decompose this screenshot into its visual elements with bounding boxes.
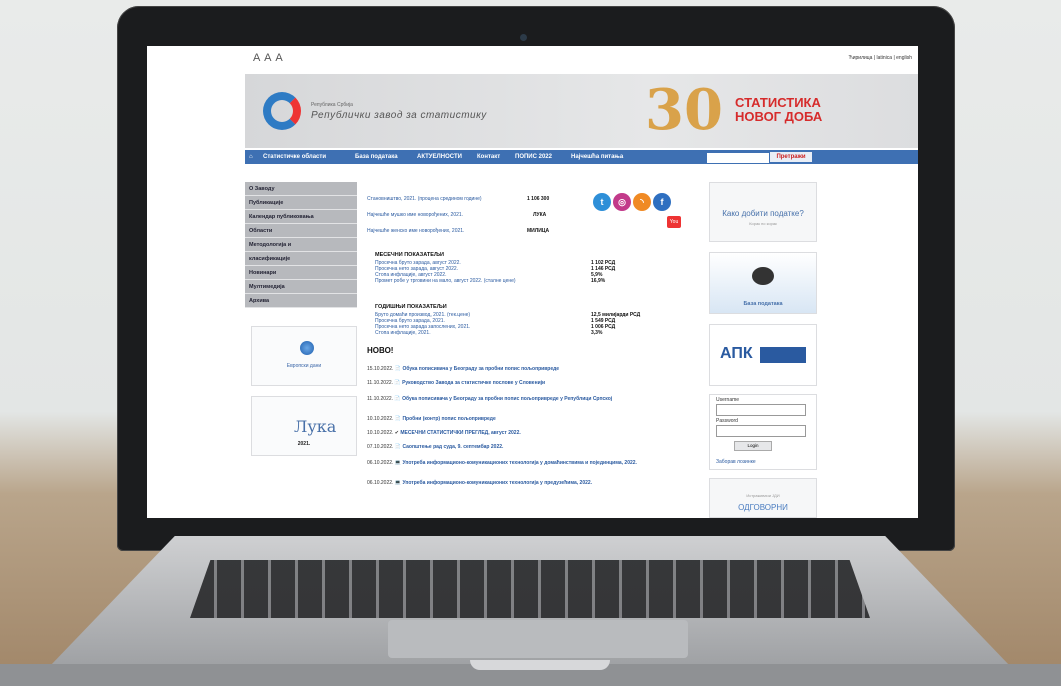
nav-item-census[interactable]: ПОПИС 2022: [515, 154, 552, 160]
database-card[interactable]: База података: [709, 252, 817, 314]
laptop-notch: [470, 660, 610, 670]
top-bar: A A A Ћирилица | latinica | english: [245, 52, 918, 70]
password-label: Password: [716, 418, 738, 424]
username-label: Username: [716, 397, 740, 403]
news-item[interactable]: 07.10.2022. 📄 Саопштење рад суда, 9. сеп…: [367, 444, 503, 450]
social-icons: t ◎ ◝ f: [593, 192, 673, 211]
how-to-get-data-card[interactable]: Како добити податке? Корак по корак: [709, 182, 817, 242]
database-label: База података: [743, 301, 783, 307]
password-field[interactable]: [716, 425, 806, 437]
left-menu-item[interactable]: Мултимедија: [245, 280, 357, 294]
responsible-title: ОДГОВОРНИ: [738, 503, 788, 512]
laptop-screen: A A A Ћирилица | latinica | english Репу…: [147, 46, 918, 518]
language-switcher[interactable]: Ћирилица | latinica | english: [848, 55, 912, 61]
left-menu-item[interactable]: Методологија и: [245, 238, 357, 252]
news-item[interactable]: 10.10.2022. ✔ МЕСЕЧНИ СТАТИСТИЧКИ ПРЕГЛЕ…: [367, 430, 521, 436]
left-menu-item[interactable]: Публикације: [245, 196, 357, 210]
rzs-logo-icon[interactable]: [263, 92, 301, 130]
forgot-password-link[interactable]: Заборав лозинке: [716, 459, 756, 465]
indicator-row[interactable]: Стопа инфлације, 2021. 3,3%: [375, 330, 602, 336]
left-menu-item[interactable]: Архива: [245, 294, 357, 308]
indicator-row[interactable]: Промет робе у трговини на мало, август 2…: [375, 278, 605, 284]
left-menu-item[interactable]: Области: [245, 224, 357, 238]
youtube-icon[interactable]: You Tube: [667, 216, 681, 237]
how-to-get-data-title: Како добити податке?: [722, 209, 804, 218]
news-item[interactable]: 06.10.2022. 💻 Употреба информационо-кому…: [367, 460, 637, 466]
slogan-line-1: СТАТИСТИКА: [735, 95, 821, 110]
left-menu-item[interactable]: класификације: [245, 252, 357, 266]
luka-logo: Лука: [294, 417, 337, 436]
login-box: Username Password Login Заборав лозинке: [709, 394, 817, 470]
anniversary-30-logo: 30: [645, 77, 723, 143]
slogan-line-2: НОВОГ ДОБА: [735, 109, 823, 124]
european-days-card[interactable]: Европски дани: [251, 326, 357, 386]
monthly-indicators-title: МЕСЕЧНИ ПОКАЗАТЕЉИ: [375, 252, 444, 258]
hard-drive-icon: [752, 267, 774, 285]
font-size-controls[interactable]: A A A: [253, 52, 284, 64]
rss-icon[interactable]: ◝: [633, 193, 651, 211]
news-item[interactable]: 11.10.2022. 📄 Руководство Завода за стат…: [367, 380, 545, 386]
nav-item-faq[interactable]: Најчешћа питања: [571, 154, 623, 160]
news-title: НОВО!: [367, 346, 394, 355]
login-button[interactable]: Login: [734, 441, 772, 451]
nav-item-database[interactable]: База података: [355, 154, 398, 160]
nav-item-contact[interactable]: Контакт: [477, 154, 500, 160]
search-button[interactable]: Претражи: [770, 152, 812, 162]
search-input[interactable]: [707, 153, 769, 163]
left-menu-item[interactable]: Новинари: [245, 266, 357, 280]
webcam: [520, 34, 527, 41]
left-menu-item[interactable]: О Заводу: [245, 182, 357, 196]
headline-row[interactable]: Становништво, 2021. (процена средином го…: [367, 196, 549, 202]
apk-logo: АПК: [720, 345, 753, 362]
trackpad: [388, 620, 688, 658]
nav-item-news[interactable]: АКТУЕЛНОСТИ: [417, 154, 462, 160]
org-name: Републички завод за статистику: [311, 110, 487, 121]
headline-row[interactable]: Најчешће женско име новорођених, 2021. МИ…: [367, 228, 549, 234]
home-icon[interactable]: ⌂: [249, 154, 253, 160]
news-item[interactable]: 15.10.2022. 📄 Обука пописивача у Београд…: [367, 366, 559, 372]
news-item[interactable]: 10.10.2022. 📄 Пробни (контр) попис пољоп…: [367, 416, 496, 422]
news-item[interactable]: 11.10.2022. 📄 Обука пописивача у Београд…: [367, 396, 612, 402]
responsible-card[interactable]: Истраживачи ЈДИ ОДГОВОРНИ: [709, 478, 817, 518]
annual-indicators-title: ГОДИШЊИ ПОКАЗАТЕЉИ: [375, 304, 447, 310]
username-field[interactable]: [716, 404, 806, 416]
luka-card[interactable]: Лука 2021.: [251, 396, 357, 456]
instagram-icon[interactable]: ◎: [613, 193, 631, 211]
twitter-icon[interactable]: t: [593, 193, 611, 211]
european-days-label: Европски дани: [286, 363, 322, 369]
left-menu: О Заводу Публикације Календар публиковањ…: [245, 182, 357, 308]
keyboard: [190, 560, 870, 618]
facebook-icon[interactable]: f: [653, 193, 671, 211]
apk-card[interactable]: АПК: [709, 324, 817, 386]
site-banner: Република Србија Републички завод за ста…: [245, 74, 918, 148]
headline-row[interactable]: Најчешће мушко име новорођених, 2021. ЛУК…: [367, 212, 546, 218]
globe-icon: [300, 341, 314, 355]
luka-year: 2021.: [297, 441, 311, 447]
slogan: СТАТИСТИКА НОВОГ ДОБА: [735, 96, 822, 124]
responsible-small: Истраживачи ЈДИ: [746, 493, 780, 498]
left-menu-item[interactable]: Календар публиковања: [245, 210, 357, 224]
org-country: Република Србија: [311, 102, 353, 108]
news-item[interactable]: 06.10.2022. 💻 Употреба информационо-кому…: [367, 480, 592, 486]
apk-banner: [760, 347, 806, 363]
main-nav: ⌂ Статистичке области База података АКТУ…: [245, 150, 918, 164]
how-to-get-data-subtitle: Корак по корак: [749, 221, 777, 226]
nav-item-areas[interactable]: Статистичке области: [263, 154, 326, 160]
